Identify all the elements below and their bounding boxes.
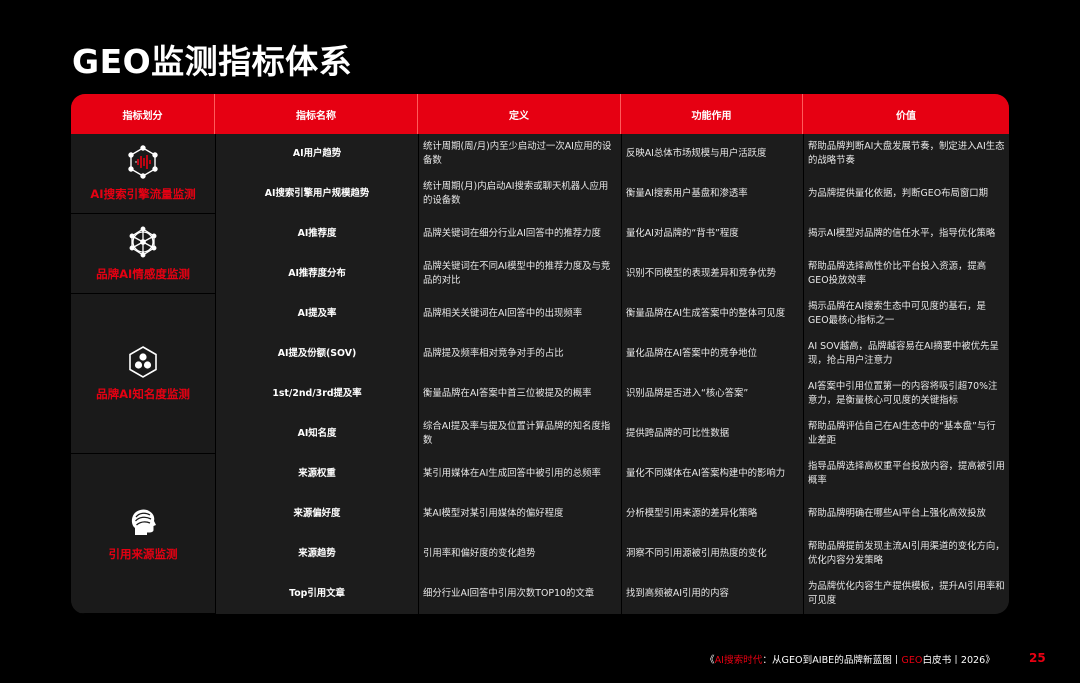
metric-function: 识别品牌是否进入“核心答案”: [621, 374, 803, 414]
table-row: 1st/2nd/3rd提及率 衡量品牌在AI答案中首三位被提及的概率 识别品牌是…: [215, 374, 1009, 414]
metric-function: 识别不同模型的表现差异和竞争优势: [621, 254, 803, 294]
table-row: 来源权重 某引用媒体在AI生成回答中被引用的总频率 量化不同媒体在AI答案构建中…: [215, 454, 1009, 494]
metric-name: AI推荐度分布: [215, 254, 418, 294]
header-definition: 定义: [418, 94, 621, 134]
category-label: 引用来源监测: [108, 547, 178, 561]
metric-value: 帮助品牌评估自己在AI生态中的“基本盘”与行业差距: [803, 414, 1009, 454]
metric-name: 来源趋势: [215, 534, 418, 574]
table-row: AI推荐度 品牌关键词在细分行业AI回答中的推荐力度 量化AI对品牌的“背书”程…: [215, 214, 1009, 254]
table-row: Top引用文章 细分行业AI回答中引用次数TOP10的文章 找到高频被AI引用的…: [215, 574, 1009, 614]
metric-name: AI搜索引擎用户规模趋势: [215, 174, 418, 214]
footer-citation: 《AI搜索时代：从GEO到AIBE的品牌新蓝图丨GEO白皮书丨2026》: [705, 652, 995, 666]
header-value: 价值: [896, 110, 916, 122]
header-metric-name: 指标名称: [215, 94, 418, 134]
metric-value: 揭示品牌在AI搜索生态中可见度的基石，是GEO最核心指标之一: [803, 294, 1009, 334]
metric-definition: 引用率和偏好度的变化趋势: [418, 534, 621, 574]
metric-definition: 细分行业AI回答中引用次数TOP10的文章: [418, 574, 621, 614]
category-label: AI搜索引擎流量监测: [90, 187, 196, 201]
metric-function: 分析模型引用来源的差异化策略: [621, 494, 803, 534]
metric-value: 为品牌提供量化依据，判断GEO布局窗口期: [803, 174, 1009, 214]
header-function: 功能作用: [621, 94, 803, 134]
metric-definition: 品牌关键词在不同AI模型中的推荐力度及与竞品的对比: [418, 254, 621, 294]
table-row: AI用户趋势 统计周期(周/月)内至少启动过一次AI应用的设备数 反映AI总体市…: [215, 134, 1009, 174]
page-title: GEO监测指标体系: [72, 42, 353, 81]
network-wave-icon: [126, 145, 160, 179]
metric-function: 反映AI总体市场规模与用户活跃度: [621, 134, 803, 174]
metric-definition: 统计周期(周/月)内至少启动过一次AI应用的设备数: [418, 134, 621, 174]
metric-name: AI用户趋势: [215, 134, 418, 174]
table-row: 来源偏好度 某AI模型对某引用媒体的偏好程度 分析模型引用来源的差异化策略 帮助…: [215, 494, 1009, 534]
metric-definition: 某引用媒体在AI生成回答中被引用的总频率: [418, 454, 621, 494]
table-row: 来源趋势 引用率和偏好度的变化趋势 洞察不同引用源被引用热度的变化 帮助品牌提前…: [215, 534, 1009, 574]
footer-suffix: 白皮书丨2026》: [922, 655, 995, 666]
metric-value: AI SOV越高，品牌越容易在AI摘要中被优先呈现，抢占用户注意力: [803, 334, 1009, 374]
footer-prefix: 《: [705, 655, 715, 666]
category-awareness: 品牌AI知名度监测: [71, 294, 215, 454]
footer-middle: ：从GEO到AIBE的品牌新蓝图丨: [762, 655, 902, 666]
category-source: 引用来源监测: [71, 454, 215, 614]
table-row: AI知名度 综合AI提及率与提及位置计算品牌的知名度指数 提供跨品牌的可比性数据…: [215, 414, 1009, 454]
metric-definition: 品牌关键词在细分行业AI回答中的推荐力度: [418, 214, 621, 254]
metric-name: Top引用文章: [215, 574, 418, 614]
metric-definition: 品牌提及频率相对竞争对手的占比: [418, 334, 621, 374]
metric-definition: 综合AI提及率与提及位置计算品牌的知名度指数: [418, 414, 621, 454]
category-label: 品牌AI知名度监测: [96, 387, 190, 401]
hexagon-cluster-icon: [126, 345, 160, 379]
page-number: 25: [1029, 651, 1046, 665]
metric-function: 量化品牌在AI答案中的竞争地位: [621, 334, 803, 374]
metric-function: 衡量品牌在AI生成答案中的整体可见度: [621, 294, 803, 334]
metric-value: 帮助品牌明确在哪些AI平台上强化高效投放: [803, 494, 1009, 534]
table-row: AI搜索引擎用户规模趋势 统计周期(月)内启动AI搜索或聊天机器人应用的设备数 …: [215, 174, 1009, 214]
table-row: AI推荐度分布 品牌关键词在不同AI模型中的推荐力度及与竞品的对比 识别不同模型…: [215, 254, 1009, 294]
table-header: 指标划分 指标名称 定义 功能作用 价值: [71, 94, 1009, 134]
metric-function: 量化不同媒体在AI答案构建中的影响力: [621, 454, 803, 494]
metric-name: 来源权重: [215, 454, 418, 494]
head-profile-icon: [126, 505, 160, 539]
metric-definition: 品牌相关关键词在AI回答中的出现频率: [418, 294, 621, 334]
metric-function: 提供跨品牌的可比性数据: [621, 414, 803, 454]
metric-definition: 统计周期(月)内启动AI搜索或聊天机器人应用的设备数: [418, 174, 621, 214]
category-sentiment: 品牌AI情感度监测: [71, 214, 215, 294]
category-label: 品牌AI情感度监测: [96, 267, 190, 281]
metric-value: AI答案中引用位置第一的内容将吸引超70%注意力，是衡量核心可见度的关键指标: [803, 374, 1009, 414]
mesh-sphere-icon: [126, 225, 160, 259]
metric-function: 量化AI对品牌的“背书”程度: [621, 214, 803, 254]
footer-highlight-1: AI搜索时代: [714, 655, 763, 666]
footer-highlight-2: GEO: [901, 655, 923, 666]
metric-value: 帮助品牌选择高性价比平台投入资源，提高GEO投放效率: [803, 254, 1009, 294]
metric-name: AI提及率: [215, 294, 418, 334]
metric-value: 为品牌优化内容生产提供模板，提升AI引用率和可见度: [803, 574, 1009, 614]
category-traffic: AI搜索引擎流量监测: [71, 134, 215, 214]
header-category: 指标划分: [71, 94, 215, 134]
metric-name: 来源偏好度: [215, 494, 418, 534]
metric-name: AI提及份额(SOV): [215, 334, 418, 374]
metric-name: 1st/2nd/3rd提及率: [215, 374, 418, 414]
metric-value: 揭示AI模型对品牌的信任水平，指导优化策略: [803, 214, 1009, 254]
metric-function: 找到高频被AI引用的内容: [621, 574, 803, 614]
table-row: AI提及份额(SOV) 品牌提及频率相对竞争对手的占比 量化品牌在AI答案中的竞…: [215, 334, 1009, 374]
metric-function: 洞察不同引用源被引用热度的变化: [621, 534, 803, 574]
metric-name: AI知名度: [215, 414, 418, 454]
metric-definition: 衡量品牌在AI答案中首三位被提及的概率: [418, 374, 621, 414]
table-row: AI提及率 品牌相关关键词在AI回答中的出现频率 衡量品牌在AI生成答案中的整体…: [215, 294, 1009, 334]
metric-value: 指导品牌选择高权重平台投放内容，提高被引用概率: [803, 454, 1009, 494]
metric-function: 衡量AI搜索用户基盘和渗透率: [621, 174, 803, 214]
metric-value: 帮助品牌提前发现主流AI引用渠道的变化方向，优化内容分发策略: [803, 534, 1009, 574]
metrics-table: 指标划分 指标名称 定义 功能作用 价值 AI搜索引擎流量监测 品牌AI情感度监…: [71, 94, 1009, 614]
metric-definition: 某AI模型对某引用媒体的偏好程度: [418, 494, 621, 534]
metric-value: 帮助品牌判断AI大盘发展节奏，制定进入AI生态的战略节奏: [803, 134, 1009, 174]
metric-name: AI推荐度: [215, 214, 418, 254]
